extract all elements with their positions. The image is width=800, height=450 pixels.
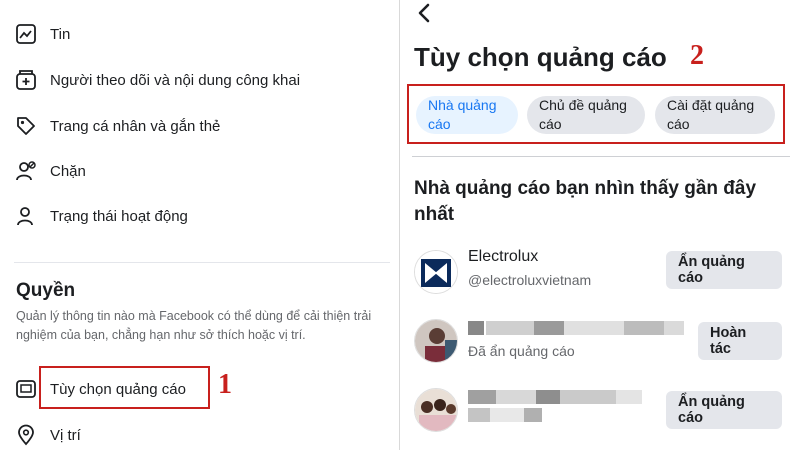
menu-item-label: Trạng thái hoạt động [50, 207, 188, 225]
menu-item-label: Chặn [50, 162, 86, 180]
tab-advertisers[interactable]: Nhà quảng cáo [416, 96, 518, 134]
menu-item-label: Vị trí [50, 426, 81, 444]
menu-item-blocking[interactable]: Chặn [14, 156, 86, 186]
menu-item-active-status[interactable]: Trạng thái hoạt động [14, 201, 188, 231]
undo-button[interactable]: Hoàn tác [698, 322, 782, 360]
back-button[interactable] [416, 2, 432, 31]
active-status-icon [14, 204, 38, 228]
recent-advertisers-heading: Nhà quảng cáo bạn nhìn thấy gần đây nhất [414, 178, 757, 225]
block-user-icon [14, 159, 38, 183]
blurred-name [536, 390, 560, 404]
blurred-subtitle [468, 408, 490, 422]
menu-item-profile-tagging[interactable]: Trang cá nhân và gắn thẻ [14, 111, 220, 141]
tab-ad-topics[interactable]: Chủ đề quảng cáo [527, 96, 645, 134]
menu-item-followers[interactable]: Người theo dõi và nội dung công khai [14, 65, 300, 95]
blurred-name [486, 321, 534, 335]
blurred-subtitle [524, 408, 542, 422]
blurred-name [496, 390, 536, 404]
menu-item-label: Tin [50, 25, 71, 43]
section-divider [14, 262, 390, 263]
permissions-title: Quyền [16, 280, 76, 301]
blurred-name [624, 321, 664, 335]
blurred-name [468, 390, 496, 404]
location-pin-icon [14, 423, 38, 447]
blurred-name [534, 321, 564, 335]
stories-icon [14, 22, 38, 46]
ad-preferences-icon [14, 377, 38, 401]
hide-ads-button[interactable]: Ẩn quảng cáo [666, 251, 782, 289]
annotation-box-1 [39, 366, 210, 409]
page-title: Tùy chọn quảng cáo [414, 42, 667, 72]
chevron-left-icon [418, 3, 430, 23]
advertiser-row: Electrolux @electroluxvietnam Ẩn quảng c… [414, 248, 790, 298]
blurred-name [560, 390, 616, 404]
menu-item-location[interactable]: Vị trí [14, 420, 81, 450]
menu-item-label: Trang cá nhân và gắn thẻ [50, 117, 221, 135]
advertiser-avatar [414, 319, 458, 363]
blurred-name [468, 321, 484, 335]
hide-ads-button[interactable]: Ẩn quảng cáo [666, 391, 782, 429]
menu-item-stories[interactable]: Tin [14, 19, 70, 49]
tab-ad-settings[interactable]: Cài đặt quảng cáo [655, 96, 775, 134]
advertiser-status: Đã ẩn quảng cáo [468, 343, 575, 359]
blurred-name [616, 390, 642, 404]
blurred-name [564, 321, 624, 335]
advertiser-row: Đã ẩn quảng cáo Hoàn tác [414, 317, 790, 367]
permissions-description: Quản lý thông tin nào mà Facebook có thể… [16, 309, 372, 342]
annotation-number-2: 2 [690, 40, 704, 71]
section-divider [412, 156, 790, 157]
electrolux-logo [414, 250, 458, 294]
advertiser-name: Electrolux [468, 248, 539, 265]
settings-panel: Tin Người theo dõi và nội dung công khai… [0, 0, 400, 450]
follower-icon [14, 68, 38, 92]
blurred-subtitle [490, 408, 524, 422]
advertiser-row: Ẩn quảng cáo [414, 386, 790, 436]
tag-icon [14, 114, 38, 138]
blurred-name [664, 321, 684, 335]
annotation-number-1: 1 [218, 369, 232, 400]
advertiser-avatar [414, 388, 458, 432]
menu-item-label: Người theo dõi và nội dung công khai [50, 71, 301, 89]
advertiser-handle: @electroluxvietnam [468, 272, 592, 288]
